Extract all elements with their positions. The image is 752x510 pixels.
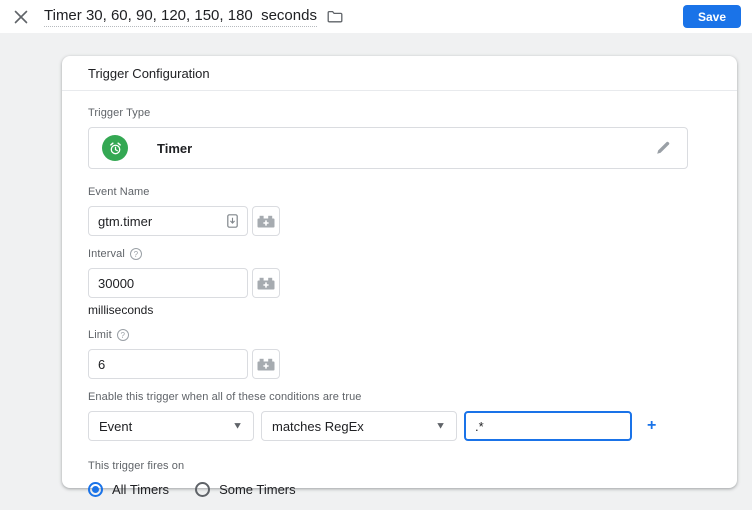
card-title: Trigger Configuration (62, 56, 737, 91)
event-name-value: gtm.timer (98, 213, 153, 229)
radio-option-label: Some Timers (219, 482, 296, 497)
folder-icon[interactable] (327, 9, 343, 24)
condition-operator-value: matches RegEx (272, 418, 364, 434)
event-name-row: gtm.timer (88, 206, 711, 236)
condition-value-input[interactable]: .* (464, 411, 632, 441)
interval-row: 30000 (88, 268, 711, 298)
top-bar: Timer 30, 60, 90, 120, 150, 180 seconds … (0, 0, 752, 33)
condition-operator-select[interactable]: matches RegEx ▼ (261, 411, 457, 441)
variable-picker-button[interactable] (252, 349, 280, 379)
close-icon[interactable] (13, 9, 29, 25)
condition-variable-select[interactable]: Event ▼ (88, 411, 254, 441)
limit-input[interactable]: 6 (88, 349, 248, 379)
interval-input[interactable]: 30000 (88, 268, 248, 298)
trigger-type-box[interactable]: Timer (88, 127, 688, 169)
interval-value: 30000 (98, 275, 135, 291)
radio-option-label: All Timers (112, 482, 170, 497)
radio-option-all-timers[interactable]: All Timers (88, 482, 169, 497)
fires-on-options: All Timers Some Timers (88, 482, 711, 497)
condition-row: Event ▼ matches RegEx ▼ .* + (88, 411, 711, 441)
trigger-type-label: Trigger Type (88, 107, 151, 119)
save-button[interactable]: Save (682, 5, 741, 28)
chevron-down-icon: ▼ (435, 420, 446, 432)
conditions-label: Enable this trigger when all of these co… (88, 391, 362, 403)
limit-help-icon[interactable]: ? (116, 329, 129, 341)
edit-pencil-icon[interactable] (655, 140, 671, 156)
add-condition-button[interactable]: + (647, 418, 656, 434)
trigger-type-value: Timer (157, 140, 193, 156)
trigger-configuration-card: Trigger Configuration Trigger Type Timer… (62, 56, 737, 497)
interval-label: Interval (88, 248, 125, 260)
variable-picker-button[interactable] (252, 206, 280, 236)
interval-unit: milliseconds (88, 303, 154, 317)
variable-picker-button[interactable] (252, 268, 280, 298)
trigger-title-group: Timer 30, 60, 90, 120, 150, 180 seconds (44, 7, 343, 27)
event-name-input[interactable]: gtm.timer (88, 206, 248, 236)
chevron-down-icon: ▼ (232, 420, 243, 432)
radio-unselected-icon[interactable] (195, 482, 211, 497)
condition-variable-value: Event (99, 418, 133, 434)
card-body: Trigger Type Timer Event Name gtm.timer (62, 91, 737, 497)
timer-icon (102, 135, 128, 161)
radio-option-some-timers[interactable]: Some Timers (195, 482, 296, 497)
condition-value: .* (475, 418, 484, 434)
interval-help-icon[interactable]: ? (129, 248, 142, 260)
interval-label-group: Interval ? (88, 248, 711, 260)
limit-row: 6 (88, 349, 711, 379)
limit-label-group: Limit ? (88, 329, 711, 341)
limit-value: 6 (98, 356, 106, 372)
autofill-icon[interactable] (227, 214, 238, 228)
limit-label: Limit (88, 329, 112, 341)
trigger-name-title[interactable]: Timer 30, 60, 90, 120, 150, 180 seconds (44, 7, 317, 27)
fires-on-label: This trigger fires on (88, 460, 185, 472)
radio-selected-icon[interactable] (88, 482, 103, 497)
event-name-label: Event Name (88, 186, 150, 198)
